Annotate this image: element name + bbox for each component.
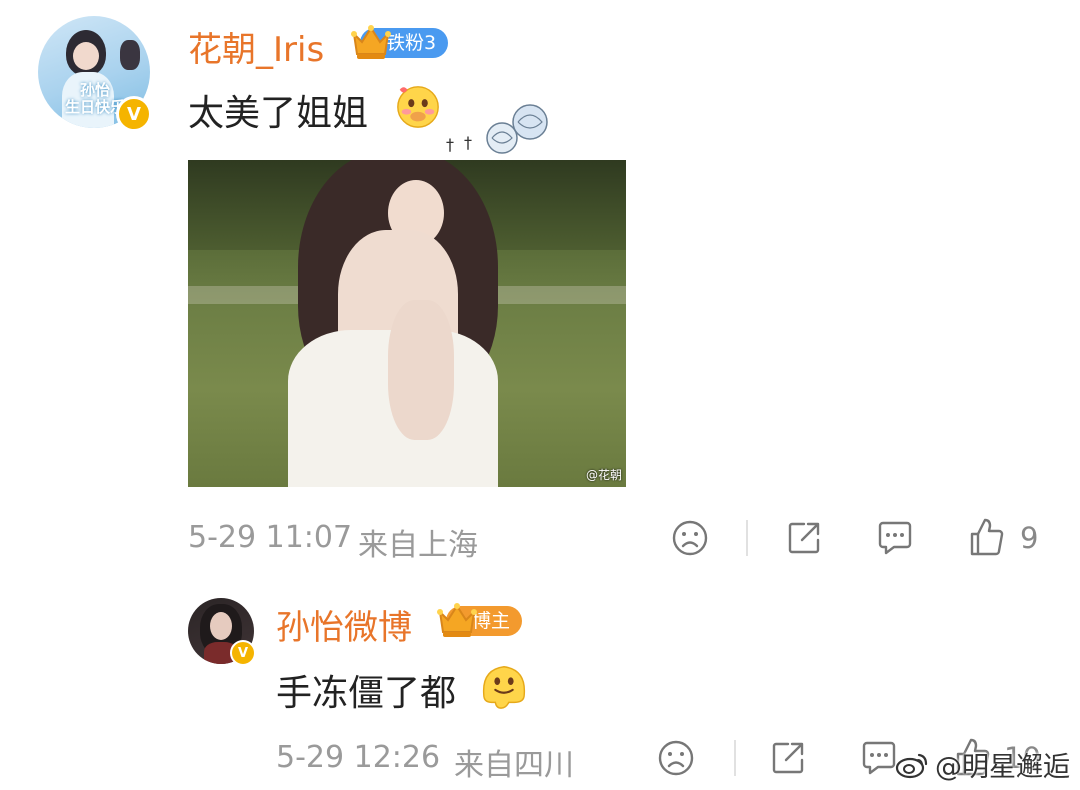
dislike-button[interactable] (670, 518, 710, 558)
author-badge: 博主 (437, 603, 523, 637)
photo-watermark: @花朝 (585, 468, 622, 482)
watermark-text: @明星邂逅 (935, 752, 1070, 783)
share-icon (788, 522, 820, 554)
reply-location: 来自四川 (454, 748, 574, 783)
reply-button[interactable] (874, 518, 916, 558)
share-button[interactable] (768, 738, 808, 778)
reply-text: 手冻僵了都 (276, 673, 457, 714)
like-icon (970, 518, 1004, 556)
crown-icon (351, 25, 391, 59)
commenter-username[interactable]: 花朝_Iris (188, 22, 324, 71)
comment-timestamp: 5-29 11:07 (188, 520, 353, 555)
verified-icon: V (230, 640, 256, 666)
reply-icon (878, 521, 912, 555)
commenter-avatar[interactable]: 孙怡 生日快乐 V (38, 16, 152, 132)
watermark: @明星邂逅 (895, 745, 1070, 784)
weibo-logo-icon (895, 753, 928, 778)
dislike-icon (672, 520, 708, 556)
comment-text: 太美了姐姐 (188, 93, 369, 134)
reply-avatar[interactable]: V (188, 598, 256, 666)
reply-username[interactable]: 孙怡微博 (276, 600, 412, 649)
melting-emoji-icon (482, 666, 526, 709)
svg-text:†: † (446, 135, 454, 154)
action-divider (734, 740, 736, 776)
blush-emoji-icon (397, 86, 439, 128)
share-button[interactable] (784, 518, 824, 558)
comment-photo[interactable]: @花朝 (188, 160, 626, 487)
dislike-button[interactable] (656, 738, 696, 778)
like-count: 9 (1020, 521, 1039, 555)
comment-location: 来自上海 (358, 528, 478, 563)
rose-decoration-icon: † † (446, 104, 548, 154)
reply-icon (862, 741, 896, 775)
dislike-icon (658, 740, 694, 776)
reply-button[interactable] (858, 738, 900, 778)
fan-level-badge[interactable]: 铁粉3 (351, 25, 449, 59)
share-icon (772, 742, 804, 774)
verified-icon: V (116, 96, 152, 132)
action-divider (746, 520, 748, 556)
reply-timestamp: 5-29 12:26 (276, 740, 441, 775)
crown-icon (437, 603, 477, 637)
like-button[interactable] (966, 516, 1006, 558)
svg-text:†: † (464, 133, 472, 152)
